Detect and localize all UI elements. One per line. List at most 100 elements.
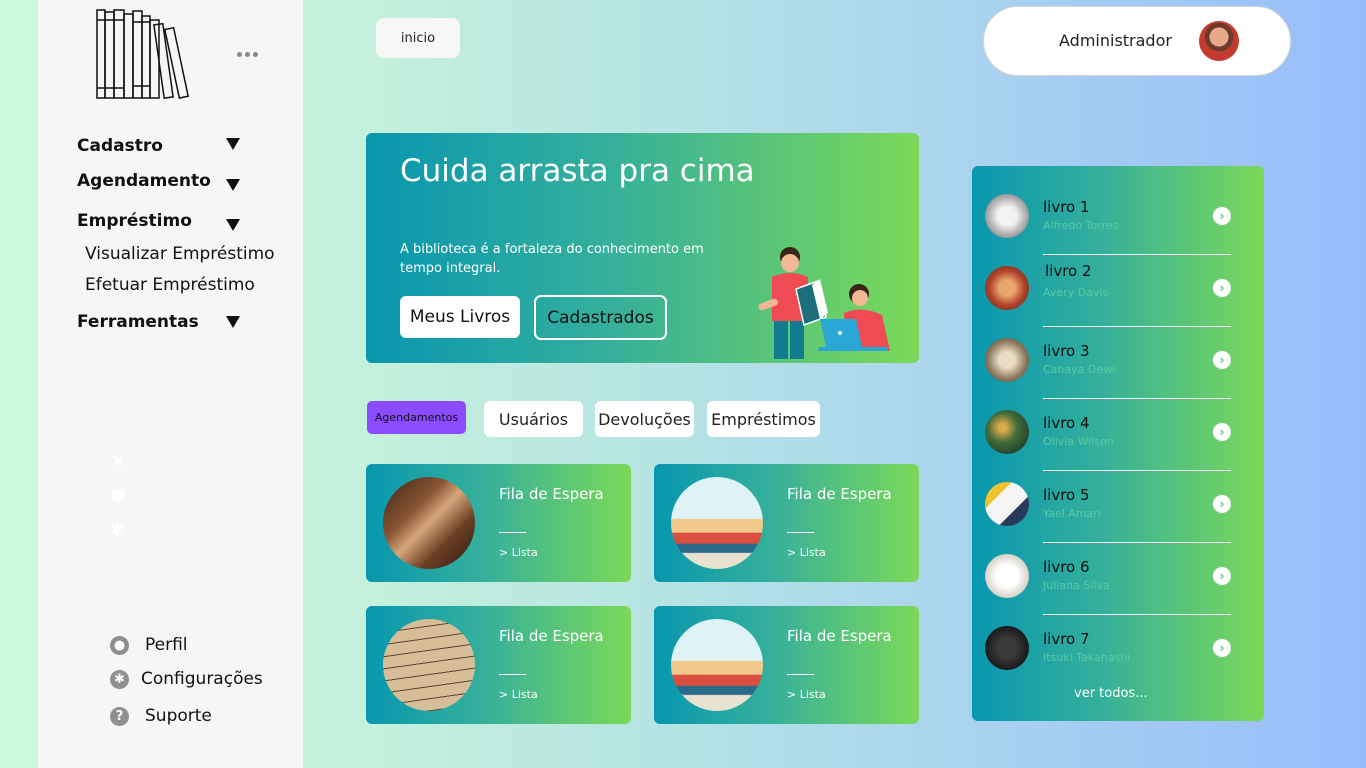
user-icon: ● xyxy=(110,635,129,655)
hero-text: A biblioteca é a fortaleza do conhecimen… xyxy=(400,242,704,276)
waitlist-card[interactable]: Fila de Espera > Lista xyxy=(366,464,631,582)
chevron-right-icon[interactable]: › xyxy=(1213,279,1231,297)
book-thumbnail xyxy=(985,194,1029,238)
nav-visualizar-emprestimo[interactable]: Visualizar Empréstimo xyxy=(85,244,275,264)
divider xyxy=(1043,542,1231,543)
user-profile-pill[interactable]: Administrador xyxy=(983,6,1291,76)
book-thumbnail xyxy=(985,266,1029,310)
book-author: Yael Amari xyxy=(1043,507,1101,520)
waitlist-card[interactable]: Fila de Espera > Lista xyxy=(366,606,631,724)
old-books-image xyxy=(383,477,475,569)
close-icon[interactable]: ✕ xyxy=(110,449,127,473)
hero-title: Cuida arrasta pra cima xyxy=(400,153,755,189)
help-icon: ? xyxy=(110,706,129,726)
caret-down-icon[interactable] xyxy=(226,179,240,191)
book-title: livro 4 xyxy=(1043,414,1090,432)
list-link[interactable]: > Lista xyxy=(499,546,538,559)
book-author: Olivia Wilson xyxy=(1043,435,1114,448)
divider xyxy=(1043,398,1231,399)
see-all-link[interactable]: ver todos... xyxy=(1074,686,1148,701)
bookshelf-logo-icon xyxy=(96,9,190,100)
my-books-button[interactable]: Meus Livros xyxy=(400,296,520,338)
book-title: livro 1 xyxy=(1043,198,1090,216)
suporte-label: Suporte xyxy=(145,706,212,726)
registered-button[interactable]: Cadastrados xyxy=(534,295,667,340)
tab-usuarios[interactable]: Usuários xyxy=(484,401,583,437)
book-thumbnail xyxy=(985,482,1029,526)
list-link[interactable]: > Lista xyxy=(787,688,826,701)
chevron-right-icon[interactable]: › xyxy=(1213,351,1231,369)
bottom-item-configuracoes[interactable]: ✱ Configurações xyxy=(110,669,263,689)
book-author: Avery Davis xyxy=(1043,286,1109,299)
sidebar: Cadastro Agendamento Empréstimo Visualiz… xyxy=(38,0,303,768)
caret-down-icon[interactable] xyxy=(226,219,240,231)
book-title: livro 6 xyxy=(1043,558,1090,576)
hero-banner: Cuida arrasta pra cima A biblioteca é a … xyxy=(366,133,919,363)
list-link[interactable]: > Lista xyxy=(499,688,538,701)
tab-agendamentos[interactable]: Agendamentos xyxy=(367,401,466,434)
reading-people-illustration xyxy=(758,247,890,359)
book-author: Alfredo Torres xyxy=(1043,219,1119,232)
configuracoes-label: Configurações xyxy=(141,669,263,689)
bottom-item-suporte[interactable]: ? Suporte xyxy=(110,706,212,726)
chevron-right-icon[interactable]: › xyxy=(1213,567,1231,585)
caret-down-icon[interactable] xyxy=(226,138,240,150)
chevron-right-icon[interactable]: › xyxy=(1213,207,1231,225)
book-thumbnail xyxy=(985,554,1029,598)
book-title: livro 2 xyxy=(1045,262,1092,280)
nav-agendamento[interactable]: Agendamento xyxy=(77,171,211,191)
divider xyxy=(1043,470,1231,471)
book-author: Juliana Silva xyxy=(1043,579,1110,592)
nav-ferramentas[interactable]: Ferramentas xyxy=(77,312,199,332)
nav-cadastro[interactable]: Cadastro xyxy=(77,136,163,156)
book-pages-image xyxy=(671,477,763,569)
bottom-item-perfil[interactable]: ● Perfil xyxy=(110,635,188,655)
waitlist-card[interactable]: Fila de Espera > Lista xyxy=(654,606,919,724)
list-link[interactable]: > Lista xyxy=(787,546,826,559)
left-strip xyxy=(0,0,38,768)
more-options-icon[interactable] xyxy=(237,52,258,57)
divider xyxy=(1043,614,1231,615)
chevron-right-icon[interactable]: › xyxy=(1213,423,1231,441)
book-thumbnail xyxy=(985,338,1029,382)
book-item[interactable]: livro 3 Cahaya Dewi › xyxy=(972,334,1264,406)
card-title: Fila de Espera xyxy=(787,485,892,503)
handwritten-letter-image xyxy=(383,619,475,711)
caret-down-icon[interactable] xyxy=(226,316,240,328)
book-item[interactable]: livro 2 Avery Davis › xyxy=(972,262,1264,334)
book-thumbnail xyxy=(985,626,1029,670)
books-panel: livro 1 Alfredo Torres › livro 2 Avery D… xyxy=(972,166,1264,721)
chevron-right-icon[interactable]: › xyxy=(1213,639,1231,657)
book-item[interactable]: livro 7 Itsuki Takahashi › xyxy=(972,622,1264,694)
tab-emprestimos[interactable]: Empréstimos xyxy=(707,401,820,437)
book-item[interactable]: livro 6 Juliana Silva › xyxy=(972,550,1264,622)
perfil-label: Perfil xyxy=(145,635,188,655)
tab-devolucoes[interactable]: Devoluções xyxy=(595,401,694,437)
book-title: livro 5 xyxy=(1043,486,1090,504)
book-item[interactable]: livro 4 Olivia Wilson › xyxy=(972,406,1264,478)
divider xyxy=(1043,326,1231,327)
user-name: Administrador xyxy=(1059,31,1172,50)
waitlist-card[interactable]: Fila de Espera > Lista xyxy=(654,464,919,582)
divider xyxy=(499,674,526,675)
avatar[interactable] xyxy=(1199,21,1239,61)
card-title: Fila de Espera xyxy=(787,627,892,645)
divider xyxy=(1043,254,1231,255)
book-title: livro 3 xyxy=(1043,342,1090,360)
book-item[interactable]: livro 1 Alfredo Torres › xyxy=(972,190,1264,262)
book-pages-image xyxy=(671,619,763,711)
card-title: Fila de Espera xyxy=(499,627,604,645)
book-item[interactable]: livro 5 Yael Amari › xyxy=(972,478,1264,550)
home-button[interactable]: inicio xyxy=(376,18,460,58)
book-title: livro 7 xyxy=(1043,630,1090,648)
gear-icon: ✱ xyxy=(110,520,126,541)
nav-efetuar-emprestimo[interactable]: Efetuar Empréstimo xyxy=(85,275,255,295)
nav-emprestimo[interactable]: Empréstimo xyxy=(77,211,192,231)
divider xyxy=(499,532,526,533)
user-icon: ● xyxy=(110,484,126,505)
divider xyxy=(787,674,814,675)
chevron-right-icon[interactable]: › xyxy=(1213,495,1231,513)
book-author: Itsuki Takahashi xyxy=(1043,651,1131,664)
divider xyxy=(787,532,814,533)
gear-icon: ✱ xyxy=(110,669,129,689)
